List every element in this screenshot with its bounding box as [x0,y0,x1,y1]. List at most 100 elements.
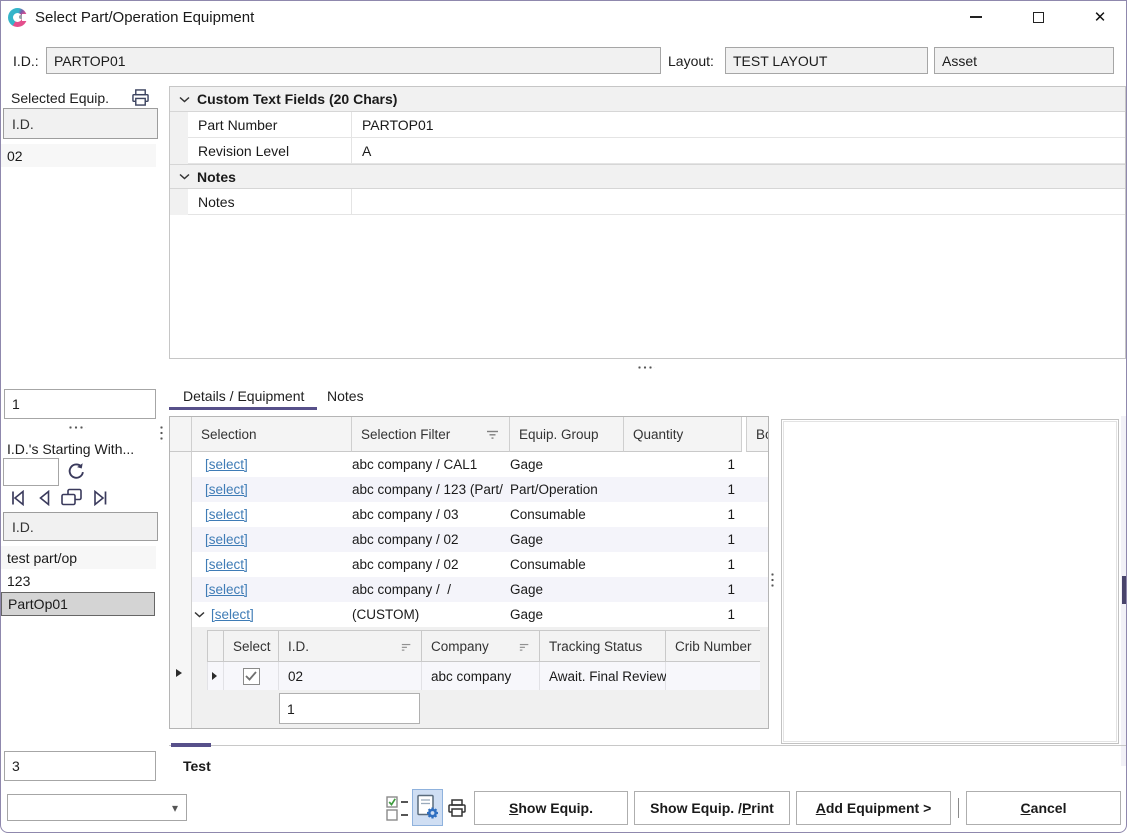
column-header-label: Company [431,639,489,654]
quantity-cell: 1 [624,457,742,472]
button-accesskey: S [509,800,518,816]
column-header-label: I.D. [288,639,309,654]
dialog-window: Select Part/Operation Equipment ✕ I.D.: … [0,0,1127,833]
checklist-icon [386,795,410,822]
collapse-row-icon[interactable] [194,611,205,618]
grid-corner-header [170,417,192,452]
selected-equip-item[interactable]: 02 [1,144,156,167]
subcolumn-header-crib-number[interactable]: Crib Number [666,630,760,662]
table-row: [select] abc company / 03 Consumable 1 [192,502,769,527]
button-accesskey: A [816,800,826,816]
id-list-item-selected[interactable]: PartOp01 [1,592,155,616]
starting-with-input[interactable] [3,458,59,486]
equip-group-cell: Gage [510,457,624,472]
select-link[interactable]: [select] [205,532,248,547]
current-row-indicator [212,672,217,680]
asset-field[interactable]: Asset [934,47,1114,74]
select-link[interactable]: [select] [205,457,248,472]
notes-section-header[interactable]: Notes [170,164,1125,189]
right-scrollbar-thumb[interactable] [1122,576,1127,604]
revision-level-value[interactable]: A [352,138,1125,164]
select-link[interactable]: [select] [211,607,254,622]
column-header-quantity[interactable]: Quantity [624,417,742,452]
button-label: dd Equipment > [826,800,931,816]
record-count-top-field[interactable]: 1 [4,389,156,419]
form-settings-icon [415,794,440,821]
notes-section-title: Notes [197,169,236,185]
app-logo-icon [8,8,27,27]
button-accesskey: P [742,800,751,816]
equip-group-cell: Gage [510,582,624,597]
id-label: I.D.: [13,53,39,69]
filter-icon [486,430,499,440]
detail-quantity-input[interactable]: 1 [279,693,420,724]
select-link[interactable]: [select] [205,582,248,597]
id-list-column-header[interactable]: I.D. [3,512,158,541]
subcolumn-header-select[interactable]: Select [224,630,279,662]
selection-filter-cell: abc company / 02 [352,532,510,547]
close-icon: ✕ [1094,8,1107,26]
table-row: [select] abc company / 123 (Part/ Part/O… [192,477,769,502]
selection-filter-cell: (CUSTOM) [352,607,510,622]
nav-pages-button[interactable] [59,486,85,508]
tab-notes[interactable]: Notes [327,388,364,404]
tab-details-equipment[interactable]: Details / Equipment [183,388,304,404]
id-field[interactable]: PARTOP01 [46,47,661,74]
id-list-item[interactable]: test part/op [1,546,156,569]
refresh-button[interactable] [64,460,86,482]
table-row: [select] abc company / / Gage 1 [192,577,769,602]
part-number-value[interactable]: PARTOP01 [352,112,1125,138]
notes-value[interactable] [352,189,1125,215]
layout-field[interactable]: TEST LAYOUT [725,47,928,74]
multi-select-toggle-button[interactable] [385,793,411,823]
column-header-equip-group[interactable]: Equip. Group [510,417,624,452]
quantity-cell: 1 [624,532,742,547]
chevron-down-icon [179,96,190,103]
button-label: ancel [1031,800,1067,816]
detail-region: Select I.D. Company Tracking Status Crib… [192,627,769,729]
panel-splitter-handle[interactable] [638,366,655,369]
nav-first-button[interactable] [7,488,29,508]
column-header-selection[interactable]: Selection [192,417,352,452]
selected-equip-column-header[interactable]: I.D. [3,108,158,139]
record-count-bottom-field[interactable]: 3 [4,751,156,781]
subrow-id-cell: 02 [279,662,422,690]
add-equipment-button[interactable]: Add Equipment > [796,791,951,825]
print-button[interactable] [445,797,469,819]
select-link[interactable]: [select] [205,482,248,497]
select-checkbox[interactable] [243,668,260,685]
quantity-cell: 1 [624,482,742,497]
subcolumn-header-tracking-status[interactable]: Tracking Status [540,630,666,662]
equip-group-cell: Consumable [510,557,624,572]
sidebar-splitter-handle[interactable] [69,426,86,429]
minimize-button[interactable] [954,1,998,33]
subrow-company-cell: abc company [422,662,540,690]
table-row-expanded: [select] (CUSTOM) Gage 1 [192,602,769,627]
table-row: [select] abc company / CAL1 Gage 1 [192,452,769,477]
show-equip-print-button[interactable]: Show Equip. / Print [634,791,790,825]
column-header-selection-filter[interactable]: Selection Filter [352,417,510,452]
grid-panel-splitter-handle[interactable] [771,573,774,590]
cancel-button[interactable]: Cancel [966,791,1121,825]
layout-settings-button[interactable] [412,789,443,826]
sort-icon [519,643,530,652]
selection-filter-cell: abc company / / [352,582,510,597]
nav-next-button[interactable] [89,488,111,508]
print-selected-button[interactable] [129,87,151,107]
sidebar-dropdown[interactable]: ▾ [7,794,187,821]
select-link[interactable]: [select] [205,557,248,572]
column-header-borrowed[interactable]: Bo [746,417,769,452]
subrow-indicator [207,662,224,690]
sidebar-vertical-splitter-handle[interactable] [160,426,163,443]
subcolumn-header-id[interactable]: I.D. [279,630,422,662]
tab-test[interactable]: Test [183,758,211,774]
close-button[interactable]: ✕ [1078,1,1122,33]
custom-fields-section-title: Custom Text Fields (20 Chars) [197,91,397,107]
subcolumn-header-company[interactable]: Company [422,630,540,662]
select-link[interactable]: [select] [205,507,248,522]
show-equip-button[interactable]: Show Equip. [474,791,628,825]
custom-fields-section-header[interactable]: Custom Text Fields (20 Chars) [170,87,1125,112]
id-list-item[interactable]: 123 [1,569,156,592]
maximize-button[interactable] [1016,1,1060,33]
nav-previous-button[interactable] [34,488,56,508]
